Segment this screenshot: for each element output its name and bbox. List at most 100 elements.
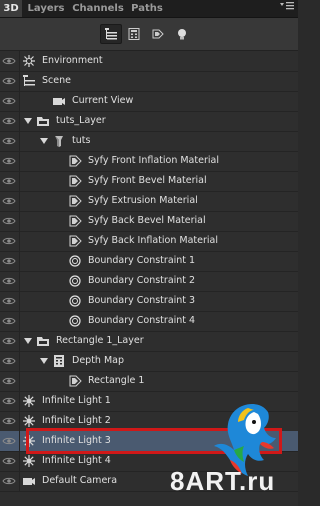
visibility-column [0,371,20,391]
constraint-icon [68,254,82,268]
tree-row[interactable]: Syfy Extrusion Material [0,191,298,212]
eye-icon[interactable] [2,476,16,486]
tree-row-label: Infinite Light 2 [42,415,111,426]
meshes-button[interactable] [124,25,144,43]
eye-icon[interactable] [2,396,16,406]
panel-menu-icon[interactable] [278,1,296,15]
tree-row-label: Rectangle 1_Layer [56,335,144,346]
visibility-column [0,411,20,431]
tree-row[interactable]: Environment [0,51,298,72]
tree-row[interactable]: Boundary Constraint 1 [0,251,298,272]
whole-scene-button[interactable] [100,24,122,44]
tree-row[interactable]: Syfy Back Inflation Material [0,231,298,252]
eye-icon[interactable] [2,156,16,166]
watermark-logo: 8ART.ru [170,466,275,497]
panel-tab-bar: 3D Layers Channels Paths [0,0,298,18]
expand-triangle-icon[interactable] [24,117,32,125]
light-icon [22,454,36,468]
tab-3d[interactable]: 3D [0,0,22,17]
layer-folder-icon [36,114,50,128]
eye-icon[interactable] [2,376,16,386]
visibility-column [0,391,20,411]
visibility-column [0,111,20,131]
tab-channels[interactable]: Channels [70,0,126,17]
eye-icon[interactable] [2,336,16,346]
filter-toolbar [0,18,298,51]
visibility-column [0,131,20,151]
eye-icon[interactable] [2,236,16,246]
visibility-column [0,291,20,311]
eye-icon[interactable] [2,216,16,226]
lights-icon [178,29,186,40]
tree-row[interactable]: Depth Map [0,351,298,372]
mesh-icon [52,134,66,148]
tree-row[interactable]: Current View [0,91,298,112]
tree-row-label: Rectangle 1 [88,375,145,386]
eye-icon[interactable] [2,416,16,426]
visibility-column [0,151,20,171]
constraint-icon [68,294,82,308]
expand-triangle-icon[interactable] [40,357,48,365]
tree-row[interactable]: Scene [0,71,298,92]
tree-row-label: Depth Map [72,355,125,366]
eye-icon[interactable] [2,116,16,126]
watermark-dot: . [239,466,248,496]
eye-icon[interactable] [2,56,16,66]
tree-row[interactable]: Boundary Constraint 2 [0,271,298,292]
tree-row-label: Environment [42,55,103,66]
eye-icon[interactable] [2,456,16,466]
eye-icon[interactable] [2,296,16,306]
layer-folder-icon [36,334,50,348]
constraint-icon [68,274,82,288]
materials-icon [152,29,164,39]
eye-icon[interactable] [2,256,16,266]
eye-icon[interactable] [2,356,16,366]
tree-row[interactable]: Syfy Back Bevel Material [0,211,298,232]
visibility-column [0,431,20,451]
expand-triangle-icon[interactable] [40,137,48,145]
eye-icon[interactable] [2,136,16,146]
tree-row-label: Boundary Constraint 2 [88,275,196,286]
expand-triangle-icon[interactable] [24,337,32,345]
tree-row-label: Syfy Back Bevel Material [88,215,206,226]
material-icon [68,174,82,188]
watermark-text: 8ART [170,466,240,496]
visibility-column [0,331,20,351]
visibility-column [0,351,20,371]
tree-row-label: Default Camera [42,475,118,486]
eye-icon[interactable] [2,176,16,186]
eye-icon[interactable] [2,196,16,206]
lights-button[interactable] [172,25,192,43]
light-icon [22,414,36,428]
scene-icon [22,74,36,88]
visibility-column [0,231,20,251]
tree-row[interactable]: Syfy Front Inflation Material [0,151,298,172]
tab-paths[interactable]: Paths [128,0,166,17]
tree-row-label: Syfy Front Inflation Material [88,155,219,166]
camera-icon [52,94,66,108]
visibility-column [0,311,20,331]
tree-row[interactable]: Boundary Constraint 3 [0,291,298,312]
tree-row-label: Syfy Extrusion Material [88,195,198,206]
watermark-tld: ru [247,466,276,496]
tree-row[interactable]: Boundary Constraint 4 [0,311,298,332]
visibility-column [0,271,20,291]
eye-icon[interactable] [2,316,16,326]
tree-row-label: Infinite Light 4 [42,455,111,466]
eye-icon[interactable] [2,96,16,106]
tree-row[interactable]: Syfy Front Bevel Material [0,171,298,192]
eye-icon[interactable] [2,276,16,286]
tree-row[interactable]: Rectangle 1 [0,371,298,392]
tree-row-label: Infinite Light 1 [42,395,111,406]
materials-button[interactable] [148,25,168,43]
tab-layers[interactable]: Layers [24,0,68,17]
eye-icon[interactable] [2,76,16,86]
tree-row-label: tuts_Layer [56,115,106,126]
tree-row[interactable]: tuts_Layer [0,111,298,132]
eye-icon[interactable] [2,436,16,446]
tree-row[interactable]: Rectangle 1_Layer [0,331,298,352]
visibility-column [0,171,20,191]
tree-row-label: Syfy Back Inflation Material [88,235,218,246]
tree-row-label: Syfy Front Bevel Material [88,175,207,186]
tree-row[interactable]: tuts [0,131,298,152]
